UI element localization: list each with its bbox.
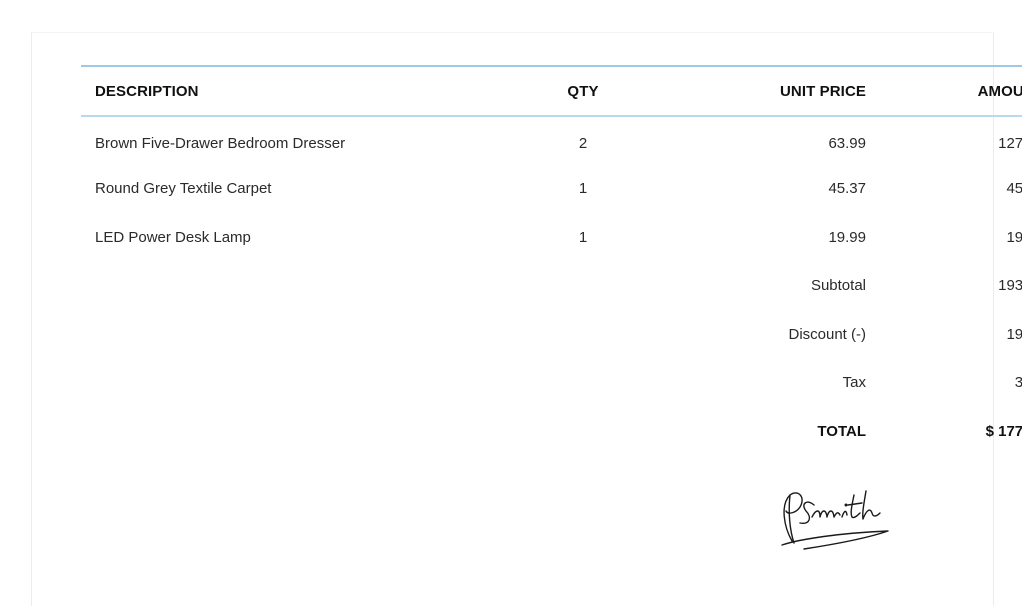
item-unit-price: 19.99 [828,228,866,246]
header-amount: AMOUNT [880,65,1022,117]
table-row: Round Grey Textile Carpet 1 45.37 45.37 [81,165,1022,214]
item-qty: 1 [578,180,588,198]
table-header-row: DESCRIPTION QTY UNIT PRICE AMOUNT [81,65,1022,117]
signature [781,490,889,550]
item-description: LED Power Desk Lamp [95,228,251,246]
header-qty: QTY [509,65,657,117]
table-row: LED Power Desk Lamp 1 19.99 19.99 [81,213,1022,262]
tax-label: Tax [842,374,866,392]
total-row: TOTAL $ 177.63 [81,407,1022,456]
item-amount: 45.37 [1006,180,1022,198]
item-description: Round Grey Textile Carpet [95,180,272,198]
subtotal-row: Subtotal 193.34 [81,262,1022,311]
item-unit-price: 63.99 [828,135,866,153]
header-unit-price: UNIT PRICE [657,65,880,117]
item-qty: 1 [578,228,588,246]
invoice-items-table: DESCRIPTION QTY UNIT PRICE AMOUNT Brown … [81,65,1022,456]
header-description: DESCRIPTION [81,65,509,117]
table-row: Brown Five-Drawer Bedroom Dresser 2 63.9… [81,116,1022,165]
discount-value: 19.20 [1006,325,1022,343]
item-description: Brown Five-Drawer Bedroom Dresser [95,135,346,153]
total-value: $ 177.63 [985,422,1022,440]
item-amount: 127.98 [998,135,1022,153]
subtotal-value: 193.34 [998,277,1022,295]
subtotal-label: Subtotal [810,277,866,295]
item-amount: 19.99 [1006,228,1022,246]
table-header: DESCRIPTION QTY UNIT PRICE AMOUNT [81,65,1022,117]
item-unit-price: 45.37 [828,180,866,198]
discount-label: Discount (-) [788,325,866,343]
tax-row: Tax 3.48 [81,359,1022,408]
total-label: TOTAL [817,422,866,440]
table-body: Brown Five-Drawer Bedroom Dresser 2 63.9… [81,116,1022,456]
discount-row: Discount (-) 19.20 [81,310,1022,359]
tax-value: 3.48 [1014,374,1022,392]
item-qty: 2 [578,135,588,153]
